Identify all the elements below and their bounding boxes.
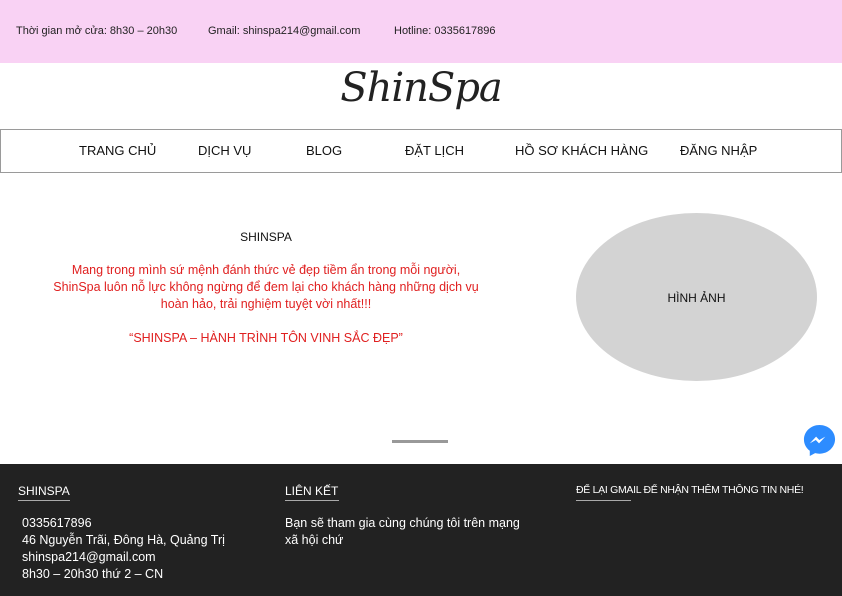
site-logo[interactable]: ShinSpa	[0, 65, 842, 111]
nav-item-customer-profile[interactable]: HỒ SƠ KHÁCH HÀNG	[515, 143, 648, 158]
nav-item-login[interactable]: ĐĂNG NHẬP	[680, 143, 757, 158]
intro-line: ShinSpa luôn nỗ lực không ngừng để đem l…	[53, 280, 479, 294]
footer-divider	[285, 500, 339, 501]
footer-heading-shinspa: SHINSPA	[18, 484, 70, 498]
hero-slogan: “SHINSPA – HÀNH TRÌNH TÔN VINH SẮC ĐẸP”	[129, 331, 403, 345]
hero-intro: Mang trong mình sứ mệnh đánh thức vẻ đẹp…	[40, 262, 492, 313]
hotline[interactable]: Hotline: 0335617896	[394, 25, 496, 37]
footer-phone[interactable]: 0335617896	[22, 515, 225, 532]
footer-social-line: Bạn sẽ tham gia cùng chúng tôi trên mạng	[285, 516, 520, 530]
top-info-bar: Thời gian mở cửa: 8h30 – 20h30 Gmail: sh…	[0, 0, 842, 63]
footer-divider	[576, 500, 631, 501]
messenger-icon	[803, 424, 836, 457]
footer: SHINSPA 0335617896 46 Nguyễn Trãi, Đông …	[0, 464, 842, 596]
intro-line: Mang trong mình sứ mệnh đánh thức vẻ đẹp…	[71, 263, 461, 277]
messenger-button[interactable]	[802, 423, 837, 458]
contact-email[interactable]: Gmail: shinspa214@gmail.com	[208, 25, 360, 37]
main-nav: TRANG CHỦ DỊCH VỤ BLOG ĐẶT LỊCH HỒ SƠ KH…	[0, 129, 842, 173]
footer-social-text: Bạn sẽ tham gia cùng chúng tôi trên mạng…	[285, 515, 520, 549]
header: ShinSpa	[0, 63, 842, 129]
footer-email[interactable]: shinspa214@gmail.com	[22, 549, 225, 566]
nav-item-blog[interactable]: BLOG	[306, 143, 342, 158]
footer-contact-info: 0335617896 46 Nguyễn Trãi, Đông Hà, Quản…	[22, 515, 225, 583]
nav-item-booking[interactable]: ĐẶT LỊCH	[405, 143, 464, 158]
footer-heading-links: LIÊN KẾT	[285, 484, 339, 498]
image-placeholder: HÌNH ẢNH	[576, 213, 817, 381]
nav-item-services[interactable]: DỊCH VỤ	[198, 143, 251, 158]
footer-heading-newsletter: ĐỂ LẠI GMAIL ĐỂ NHẬN THÊM THÔNG TIN NHÉ!	[576, 484, 804, 496]
slider-indicator[interactable]	[392, 440, 448, 443]
opening-hours: Thời gian mở cửa: 8h30 – 20h30	[16, 25, 178, 37]
footer-address: 46 Nguyễn Trãi, Đông Hà, Quảng Trị	[22, 533, 225, 547]
footer-social-line: xã hội chứ	[285, 533, 344, 547]
hero-title: SHINSPA	[240, 230, 292, 244]
image-placeholder-label: HÌNH ẢNH	[667, 291, 726, 305]
footer-hours: 8h30 – 20h30 thứ 2 – CN	[22, 567, 164, 581]
footer-divider	[18, 500, 70, 501]
intro-line: hoàn hảo, trải nghiệm tuyệt vời nhất!!!	[160, 297, 372, 311]
nav-item-home[interactable]: TRANG CHỦ	[79, 143, 156, 158]
